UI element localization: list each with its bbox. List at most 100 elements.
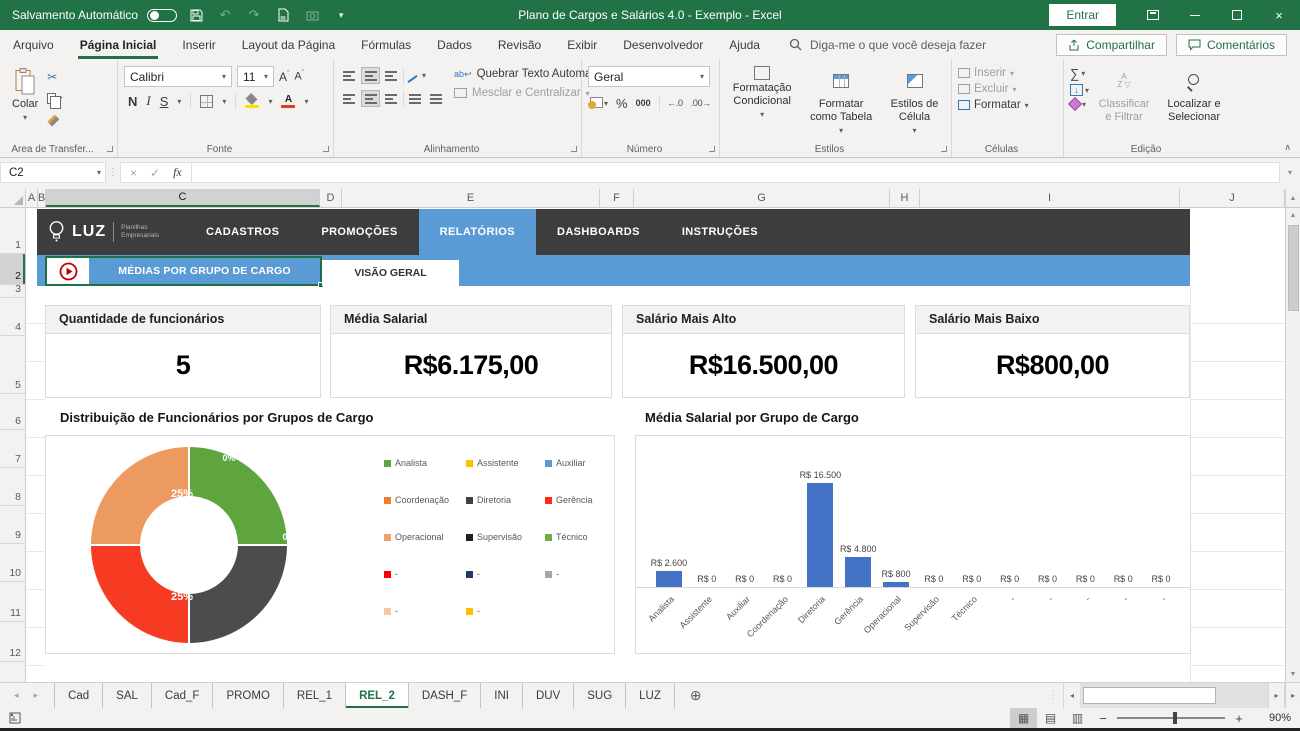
row-header-2[interactable]: 2 [0, 254, 25, 285]
sort-filter-button[interactable]: AZ ▽ Classificar e Filtrar [1092, 64, 1156, 126]
scroll-up-icon[interactable]: ▲ [1285, 189, 1300, 207]
column-header-a[interactable]: A [26, 189, 38, 207]
cut-button[interactable]: ✂ [44, 67, 65, 86]
column-header-e[interactable]: E [342, 189, 600, 207]
qat-dropdown-icon[interactable]: ▾ [331, 10, 351, 21]
row-header-6[interactable]: 6 [0, 394, 25, 430]
ribbon-tab-inserir[interactable]: Inserir [169, 30, 228, 59]
row-header-13[interactable]: 13 [0, 662, 25, 682]
row-header-1[interactable]: 1 [0, 208, 25, 254]
collapse-ribbon-icon[interactable]: ∧ [1284, 142, 1291, 153]
scroll-up-icon[interactable]: ▲ [1290, 208, 1297, 223]
zoom-in-button[interactable]: + [1227, 711, 1251, 726]
expand-formula-bar-icon[interactable]: ▾ [1280, 168, 1300, 177]
sheet-tab-promo[interactable]: PROMO [213, 683, 283, 708]
restore-button[interactable] [1216, 0, 1258, 30]
format-as-table-button[interactable]: Formatar como Tabela [800, 64, 882, 139]
sheet-tab-rel-1[interactable]: REL_1 [284, 683, 346, 708]
comma-style-button[interactable]: 000 [636, 98, 651, 108]
ribbon-tab-desenvolvedor[interactable]: Desenvolvedor [610, 30, 716, 59]
row-header-7[interactable]: 7 [0, 430, 25, 468]
ribbon-tab-formulas[interactable]: Fórmulas [348, 30, 424, 59]
autosave-toggle[interactable] [147, 9, 177, 22]
fill-color-icon[interactable] [245, 95, 259, 108]
increase-font-icon[interactable]: Aˆ [279, 70, 289, 84]
horizontal-scrollbar[interactable] [1080, 683, 1268, 708]
insert-cells-button[interactable]: Inserir [958, 67, 1057, 79]
column-header-c[interactable]: C [46, 189, 320, 207]
hscroll-right-icon[interactable]: ▸ [1268, 683, 1285, 708]
add-sheet-button[interactable]: ⊕ [675, 683, 717, 708]
nav-item-cadastros[interactable]: CADASTROS [185, 209, 300, 255]
print-preview-icon[interactable] [273, 8, 293, 22]
clipboard-dialog-launcher[interactable] [107, 146, 113, 152]
column-header-f[interactable]: F [600, 189, 634, 207]
number-format-select[interactable]: Geral [588, 66, 710, 87]
find-select-button[interactable]: Localizar e Selecionar [1159, 64, 1229, 126]
orientation-icon[interactable] [406, 69, 420, 83]
align-bottom-icon[interactable] [382, 67, 401, 84]
ribbon-tab-ajuda[interactable]: Ajuda [716, 30, 773, 59]
fill-button[interactable]: ↓ [1070, 84, 1089, 96]
column-header-d[interactable]: D [320, 189, 342, 207]
align-top-icon[interactable] [340, 67, 359, 84]
selected-cell-c2[interactable]: MÉDIAS POR GRUPO DE CARGO [45, 256, 322, 286]
copy-button[interactable] [44, 89, 65, 108]
bold-button[interactable]: N [128, 94, 137, 109]
increase-decimal-icon[interactable]: ←.0 [667, 98, 683, 108]
prev-sheet-icon[interactable]: ◂ [14, 690, 19, 701]
column-header-b[interactable]: B [38, 189, 46, 207]
row-header-9[interactable]: 9 [0, 506, 25, 544]
view-page-break-button[interactable]: ▥ [1064, 708, 1091, 728]
formula-input[interactable] [192, 162, 1280, 183]
column-header-h[interactable]: H [890, 189, 920, 207]
clear-button[interactable] [1070, 99, 1089, 109]
italic-button[interactable]: I [146, 93, 150, 109]
horizontal-scroll-thumb[interactable] [1083, 687, 1216, 704]
cell-styles-button[interactable]: Estilos de Célula [884, 64, 945, 139]
underline-button[interactable]: S [160, 94, 169, 109]
column-header-g[interactable]: G [634, 189, 890, 207]
align-right-icon[interactable] [382, 90, 401, 107]
share-button[interactable]: Compartilhar [1056, 34, 1167, 56]
select-all-corner[interactable] [0, 189, 26, 207]
styles-dialog-launcher[interactable] [941, 146, 947, 152]
format-cells-button[interactable]: Formatar [958, 99, 1057, 111]
sheet-tab-cad[interactable]: Cad [54, 683, 103, 708]
row-header-5[interactable]: 5 [0, 336, 25, 394]
delete-cells-button[interactable]: Excluir [958, 83, 1057, 95]
increase-indent-icon[interactable] [427, 90, 446, 107]
camera-icon[interactable] [302, 10, 322, 21]
pie-chart-panel[interactable]: 0%25%0%25%25%25% AnalistaAssistenteAuxil… [45, 435, 615, 654]
sheet-tab-cad-f[interactable]: Cad_F [152, 683, 214, 708]
zoom-level[interactable]: 90% [1251, 712, 1291, 724]
format-painter-button[interactable] [44, 111, 65, 130]
number-dialog-launcher[interactable] [709, 146, 715, 152]
font-size-select[interactable]: 11 [237, 66, 274, 87]
sheet-canvas[interactable]: LUZ PlanilhasEmpresariais CADASTROSPROMO… [26, 208, 1285, 682]
ribbon-tab-revisao[interactable]: Revisão [485, 30, 554, 59]
ribbon-tab-layout-da-pagina[interactable]: Layout da Página [229, 30, 348, 59]
font-dialog-launcher[interactable] [323, 146, 329, 152]
play-button[interactable] [47, 258, 89, 284]
accounting-format-icon[interactable] [590, 97, 596, 109]
minimize-button[interactable] [1174, 0, 1216, 30]
font-name-select[interactable]: Calibri [124, 66, 232, 87]
confirm-entry-icon[interactable]: ✓ [150, 166, 160, 180]
signin-button[interactable]: Entrar [1049, 4, 1116, 26]
sheet-tab-duv[interactable]: DUV [523, 683, 574, 708]
view-page-layout-button[interactable]: ▤ [1037, 708, 1064, 728]
redo-icon[interactable]: ↷ [244, 7, 264, 23]
column-header-j[interactable]: J [1180, 189, 1285, 207]
sheet-tab-dash-f[interactable]: DASH_F [409, 683, 481, 708]
ribbon-tab-dados[interactable]: Dados [424, 30, 485, 59]
formula-bar-splitter[interactable]: ⋮ [106, 167, 120, 178]
save-icon[interactable] [186, 9, 206, 22]
column-header-i[interactable]: I [920, 189, 1180, 207]
macro-record-icon[interactable] [0, 712, 23, 724]
row-header-3[interactable]: 3 [0, 285, 25, 298]
ribbon-tab-exibir[interactable]: Exibir [554, 30, 610, 59]
undo-icon[interactable]: ↶ [215, 7, 235, 23]
view-normal-button[interactable]: ▦ [1010, 708, 1037, 728]
comments-button[interactable]: Comentários [1176, 34, 1287, 56]
